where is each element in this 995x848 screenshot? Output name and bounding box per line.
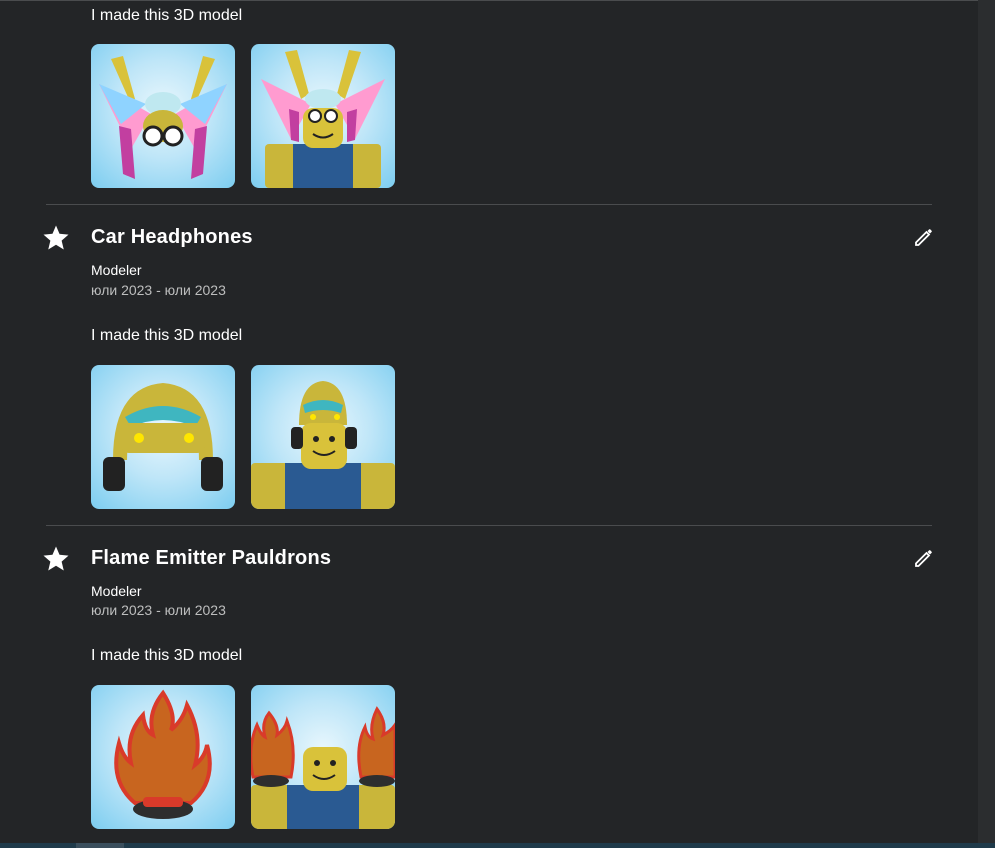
winged-hat-item-preview-icon — [99, 56, 227, 179]
horizontal-scrollbar[interactable] — [0, 843, 995, 848]
pencil-icon[interactable] — [912, 225, 936, 249]
entry-image[interactable] — [251, 44, 395, 188]
entry-title: Car Headphones — [91, 226, 253, 248]
car-headphones-avatar-preview-icon — [251, 381, 395, 509]
entry-dates: юли 2023 - юли 2023 — [91, 282, 226, 298]
pencil-icon[interactable] — [912, 546, 936, 570]
winged-hat-avatar-preview-icon — [261, 50, 385, 188]
entry-image[interactable] — [251, 685, 395, 829]
entry-title: Flame Emitter Pauldrons — [91, 547, 332, 569]
horizontal-scrollbar-thumb[interactable] — [76, 843, 124, 848]
car-headphones-item-preview-icon — [103, 383, 223, 491]
entry-divider — [46, 525, 932, 526]
entry-dates: юли 2023 - юли 2023 — [91, 602, 226, 618]
entry-image[interactable] — [91, 685, 235, 829]
entry-description: I made this 3D model — [91, 647, 243, 664]
star-icon[interactable] — [41, 223, 71, 253]
entry-image[interactable] — [91, 44, 235, 188]
entry-image[interactable] — [251, 365, 395, 509]
flame-pauldron-avatar-preview-icon — [251, 706, 395, 829]
experience-list-panel: I made this 3D model Car Headphones Mode… — [0, 0, 978, 848]
entry-role: Modeler — [91, 583, 142, 599]
entry-description: I made this 3D model — [91, 7, 243, 24]
entry-image[interactable] — [91, 365, 235, 509]
flame-pauldron-item-preview-icon — [114, 689, 212, 819]
vertical-scrollbar[interactable] — [978, 0, 995, 848]
entry-divider — [46, 204, 932, 205]
entry-description: I made this 3D model — [91, 327, 243, 344]
star-icon[interactable] — [41, 544, 71, 574]
entry-role: Modeler — [91, 262, 142, 278]
